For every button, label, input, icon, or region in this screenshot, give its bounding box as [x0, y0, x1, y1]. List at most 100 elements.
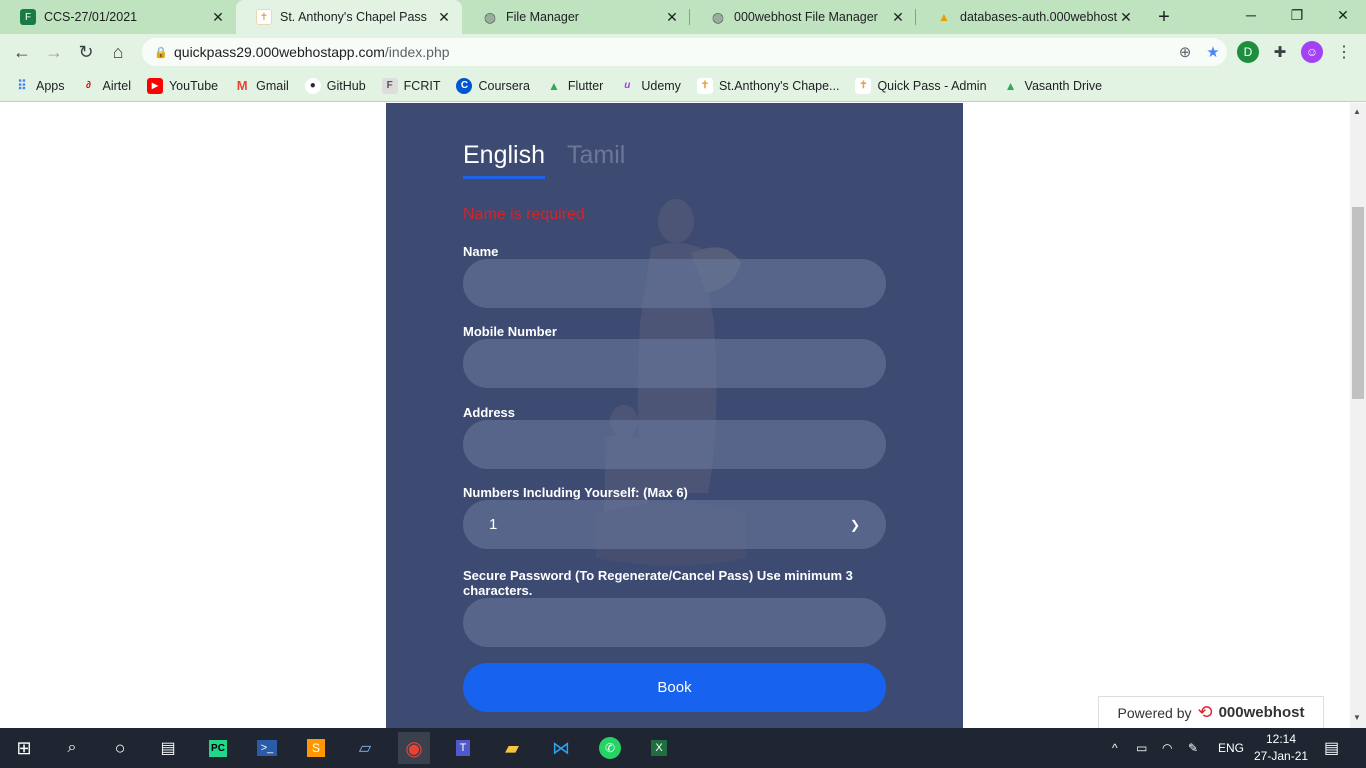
cortana-icon[interactable]: ○	[104, 732, 136, 764]
tab-ccs[interactable]: F CCS-27/01/2021 ✕	[0, 0, 236, 34]
tray-chevron-icon[interactable]: ^	[1112, 728, 1118, 768]
lock-icon: 🔒	[154, 46, 168, 59]
chevron-down-icon: ❯	[849, 517, 860, 532]
home-button[interactable]: ⌂	[105, 39, 131, 65]
url-text[interactable]: quickpass29.000webhostapp.com/index.php	[174, 44, 1171, 60]
bookmark-coursera[interactable]: C Coursera	[456, 77, 530, 94]
clock[interactable]: 12:14 27-Jan-21	[1254, 728, 1308, 768]
language-tabs: English Tamil	[463, 141, 647, 179]
drive-icon: ▲	[1004, 78, 1017, 93]
address-input[interactable]	[463, 420, 886, 469]
reload-button[interactable]: ↻	[73, 39, 99, 65]
teams-icon[interactable]: T	[447, 732, 479, 764]
tab-english[interactable]: English	[463, 141, 545, 179]
language-indicator[interactable]: ENG	[1218, 728, 1244, 768]
profile-avatar-icon[interactable]: ☺	[1301, 41, 1323, 63]
task-view-icon[interactable]: ▤	[152, 732, 184, 764]
tab-databases-auth[interactable]: ▲ databases-auth.000webhost.cc ✕	[916, 0, 1144, 34]
close-tab-icon[interactable]: ✕	[664, 9, 680, 25]
notepad-icon[interactable]: ▱	[349, 732, 381, 764]
gmail-icon: M	[236, 78, 248, 93]
count-label: Numbers Including Yourself: (Max 6)	[463, 485, 688, 500]
scroll-up-icon[interactable]: ▲	[1353, 107, 1361, 116]
book-button[interactable]: Book	[463, 663, 886, 712]
apps-grid-icon: ⠿	[17, 77, 27, 93]
chapel-icon: ✝	[855, 77, 872, 94]
name-input[interactable]	[463, 259, 886, 308]
bookmark-st-anthony[interactable]: ✝ St.Anthony's Chape...	[696, 77, 839, 94]
minimize-button[interactable]: ─	[1228, 0, 1274, 30]
mobile-input[interactable]	[463, 339, 886, 388]
tab-tamil[interactable]: Tamil	[567, 141, 625, 179]
drive-icon: ▲	[547, 78, 560, 93]
bookmark-gmail[interactable]: M Gmail	[234, 78, 289, 94]
wifi-icon[interactable]: ◠	[1162, 728, 1172, 768]
github-icon: ●	[304, 77, 321, 94]
browser-toolbar: ← → ↻ ⌂ 🔒 quickpass29.000webhostapp.com/…	[0, 34, 1366, 70]
address-label: Address	[463, 405, 516, 420]
bookmark-udemy[interactable]: u Udemy	[619, 78, 681, 94]
chapel-icon: ✝	[696, 77, 713, 94]
globe-icon: ◍	[711, 8, 725, 25]
extensions-puzzle-icon[interactable]: ✚	[1269, 41, 1291, 63]
bookmark-vasanth-drive[interactable]: ▲ Vasanth Drive	[1003, 78, 1103, 94]
count-selected-value: 1	[489, 516, 498, 533]
powershell-icon[interactable]: >_	[251, 732, 283, 764]
password-input[interactable]	[463, 598, 886, 647]
bookmark-youtube[interactable]: ▶ YouTube	[146, 77, 218, 94]
bookmark-quick-pass-admin[interactable]: ✝ Quick Pass - Admin	[855, 77, 987, 94]
menu-kebab-icon[interactable]: ⋮	[1333, 41, 1355, 63]
bookmark-fcrit[interactable]: F FCRIT	[381, 77, 440, 94]
whatsapp-icon[interactable]: ✆	[594, 732, 626, 764]
bookmark-github[interactable]: ● GitHub	[304, 77, 366, 94]
notifications-icon[interactable]: ▤	[1324, 728, 1339, 768]
name-label: Name	[463, 244, 499, 259]
bookmark-flutter[interactable]: ▲ Flutter	[546, 78, 603, 94]
page-viewport: English Tamil Name is required Name Mobi…	[0, 103, 1350, 728]
count-select[interactable]: 1 ❯	[463, 500, 886, 549]
back-button[interactable]: ←	[9, 39, 35, 65]
close-tab-icon[interactable]: ✕	[890, 9, 906, 25]
close-tab-icon[interactable]: ✕	[1118, 9, 1134, 25]
bookmark-apps[interactable]: ⠿ Apps	[14, 77, 64, 94]
close-tab-icon[interactable]: ✕	[436, 9, 452, 25]
close-tab-icon[interactable]: ✕	[210, 9, 226, 25]
windows-start-icon[interactable]: ⊞	[8, 732, 40, 764]
close-window-button[interactable]: ✕	[1320, 0, 1366, 30]
powered-by-badge[interactable]: Powered by ⟲ 000webhost	[1098, 696, 1324, 728]
sublime-text-icon[interactable]: S	[300, 732, 332, 764]
name-error-message: Name is required	[463, 206, 585, 223]
tab-file-manager[interactable]: ◍ File Manager ✕	[462, 0, 690, 34]
file-explorer-icon[interactable]: ▰	[496, 732, 528, 764]
scrollbar-thumb[interactable]	[1352, 207, 1364, 399]
mobile-label: Mobile Number	[463, 324, 557, 339]
forms-icon: F	[20, 9, 36, 25]
tab-000webhost-file-manager[interactable]: ◍ 000webhost File Manager ✕	[690, 0, 916, 34]
coursera-icon: C	[456, 77, 473, 94]
pen-icon[interactable]: ✎	[1188, 728, 1198, 768]
bookmarks-bar: ⠿ Apps ∂ Airtel ▶ YouTube M Gmail ● GitH…	[0, 70, 1366, 102]
extension-d-icon[interactable]: D	[1237, 41, 1259, 63]
bookmark-star-icon[interactable]: ★	[1199, 40, 1227, 64]
address-bar[interactable]: 🔒 quickpass29.000webhostapp.com/index.ph…	[142, 38, 1227, 66]
windows-taskbar: ⊞ ⌕ ○ ▤ PC >_ S ▱ ◉ T ▰ ⋈ ✆ X ^ ▭ ◠ ✎ EN…	[0, 728, 1366, 768]
tab-chapel-pass[interactable]: ✝ St. Anthony's Chapel Pass ✕	[236, 0, 462, 34]
scroll-down-icon[interactable]: ▼	[1353, 713, 1361, 722]
vscode-icon[interactable]: ⋈	[545, 732, 577, 764]
new-tab-button[interactable]: +	[1152, 5, 1176, 29]
phpmyadmin-icon: ▲	[938, 10, 950, 24]
page-scrollbar[interactable]: ▲ ▼	[1350, 103, 1366, 728]
excel-icon[interactable]: X	[643, 732, 675, 764]
chrome-icon[interactable]: ◉	[398, 732, 430, 764]
booking-card: English Tamil Name is required Name Mobi…	[386, 103, 963, 728]
battery-icon[interactable]: ▭	[1136, 728, 1147, 768]
forward-button[interactable]: →	[41, 39, 67, 65]
zoom-icon[interactable]: ⊕	[1171, 40, 1199, 64]
search-icon[interactable]: ⌕	[56, 732, 88, 764]
airtel-icon: ∂	[86, 80, 91, 91]
password-label: Secure Password (To Regenerate/Cancel Pa…	[463, 568, 853, 598]
restore-button[interactable]: ❐	[1274, 0, 1320, 30]
udemy-icon: u	[624, 80, 631, 91]
bookmark-airtel[interactable]: ∂ Airtel	[81, 78, 131, 94]
pycharm-icon[interactable]: PC	[202, 732, 234, 764]
